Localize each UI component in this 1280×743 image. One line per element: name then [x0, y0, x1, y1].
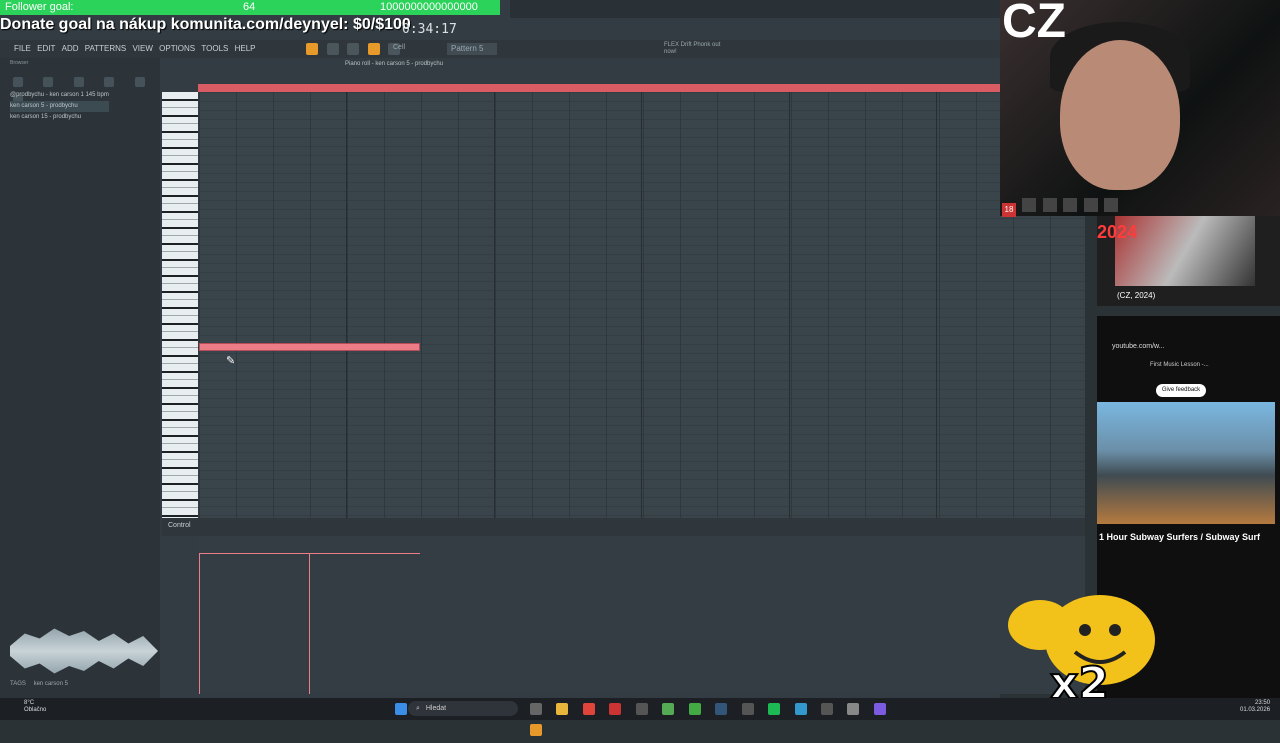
browser-tree: @prodbychu - ken carson 1 145 bpm ken ca… — [10, 90, 109, 123]
draw-icon[interactable] — [347, 43, 360, 55]
tags-bar: TAGS ken carson 5 — [10, 681, 158, 690]
fl-studio-icon[interactable] — [530, 724, 542, 736]
spotify-icon[interactable] — [768, 703, 781, 715]
explorer-icon[interactable] — [556, 703, 569, 715]
age-18-icon: 18 — [1002, 203, 1016, 217]
follower-goal-label: Follower goal: — [5, 1, 74, 13]
figure-icon — [1063, 198, 1078, 212]
gear-icon[interactable] — [104, 77, 115, 87]
plugin-icon[interactable] — [73, 77, 84, 87]
give-feedback-button[interactable]: Give feedback — [1156, 384, 1206, 397]
taskbar-search[interactable]: ⌕ Hledat — [408, 701, 518, 716]
piano-keyboard[interactable] — [162, 92, 198, 518]
snap-selector[interactable]: Cell — [393, 44, 405, 51]
app-icon[interactable] — [609, 703, 622, 715]
folder-icon[interactable] — [43, 77, 54, 87]
xbox-icon[interactable] — [688, 703, 701, 715]
note-grid[interactable] — [199, 92, 1085, 518]
app-icon[interactable] — [820, 703, 833, 715]
browser-toolbar — [5, 74, 155, 105]
video-thumbnail[interactable] — [1097, 402, 1275, 524]
search-icon: ⌕ — [416, 705, 420, 712]
song-time-display: 0:34:17 — [402, 22, 457, 37]
app-icon[interactable] — [847, 703, 860, 715]
app-icon[interactable] — [873, 703, 886, 715]
eye-icon — [1022, 198, 1037, 212]
address-bar[interactable]: youtube.com/w... — [1112, 343, 1165, 350]
webcam-face — [1060, 40, 1180, 190]
taskbar-apps — [525, 701, 895, 736]
flex-news: FLEX Drift Phonk out now! — [664, 42, 721, 55]
all-icon[interactable] — [13, 77, 23, 87]
timeline-ruler[interactable] — [198, 84, 1000, 92]
weather-widget[interactable]: 8°C Oblačno — [24, 700, 46, 714]
youtube-year-badge: 2024 — [1097, 222, 1138, 242]
event-control-bar — [162, 518, 1085, 536]
bar-line — [641, 92, 642, 518]
figure-icon — [1042, 198, 1057, 212]
menu-view[interactable]: VIEW — [132, 40, 152, 58]
follower-goal-target: 1000000000000000 — [380, 1, 478, 13]
bookmark-item[interactable]: First Music Lesson -... — [1150, 362, 1209, 368]
bar-line — [494, 92, 495, 518]
velocity-stem[interactable] — [309, 554, 310, 694]
piano-roll-title: Piano roll - ken carson 5 - prodbychu — [345, 61, 444, 67]
video-title[interactable]: 1 Hour Subway Surfers / Subway Surf — [1099, 532, 1260, 542]
note-block[interactable] — [199, 343, 420, 351]
app-icon[interactable] — [794, 703, 807, 715]
browser-item[interactable]: @prodbychu - ken carson 1 145 bpm — [10, 90, 109, 101]
badge-row: 18 — [1002, 198, 1126, 217]
window-titlebar — [510, 0, 1000, 18]
tempo-button[interactable] — [306, 43, 319, 55]
bar-line — [789, 92, 790, 518]
browser-panel — [0, 58, 160, 698]
channel-tag: CZ — [1002, 0, 1066, 48]
pencil-cursor-icon: ✎ — [226, 355, 236, 367]
app-icon[interactable] — [741, 703, 754, 715]
tags-value[interactable]: ken carson 5 — [34, 681, 68, 687]
app-icon[interactable] — [662, 703, 675, 715]
bar-line — [346, 92, 347, 518]
pattern-selector[interactable]: Pattern 5 — [447, 43, 497, 55]
menu-edit[interactable]: EDIT — [37, 40, 55, 58]
gun-icon — [1083, 198, 1098, 212]
play-icon[interactable] — [326, 43, 339, 55]
browser-item[interactable]: ken carson 15 - prodbychu — [10, 112, 109, 123]
youtube-channel-info[interactable]: (CZ, 2024) — [1117, 291, 1155, 300]
task-view-icon[interactable] — [530, 703, 542, 715]
follower-goal-count: 64 — [243, 1, 256, 13]
browser-header: Browser — [10, 60, 29, 66]
system-clock[interactable]: 23:50 01.03.2026 — [1240, 700, 1270, 714]
emoji-multiplier: x2 — [1050, 658, 1109, 700]
cloud-icon[interactable] — [134, 77, 145, 87]
bar-line — [936, 92, 937, 518]
menu-file[interactable]: FILE — [14, 40, 31, 58]
chrome-icon[interactable] — [582, 703, 595, 715]
tags-label: TAGS — [10, 681, 26, 687]
skull-icon — [1104, 198, 1119, 212]
app-icon[interactable] — [635, 703, 648, 715]
main-toolbar — [160, 40, 1000, 58]
snap-icon[interactable] — [367, 43, 380, 55]
browser-item[interactable]: ken carson 5 - prodbychu — [10, 101, 109, 112]
velocity-lane[interactable] — [199, 536, 1085, 694]
windows-start-icon[interactable] — [395, 703, 407, 715]
steam-icon[interactable] — [715, 703, 728, 715]
velocity-stem[interactable] — [199, 554, 200, 694]
control-label[interactable]: Control — [168, 522, 191, 529]
menu-patterns[interactable]: PATTERNS — [85, 40, 126, 58]
waving-emoji-overlay: x2 — [995, 590, 1185, 710]
menu-add[interactable]: ADD — [62, 40, 79, 58]
donate-goal-text: Donate goal na nákup komunita.com/deynye… — [0, 16, 411, 33]
